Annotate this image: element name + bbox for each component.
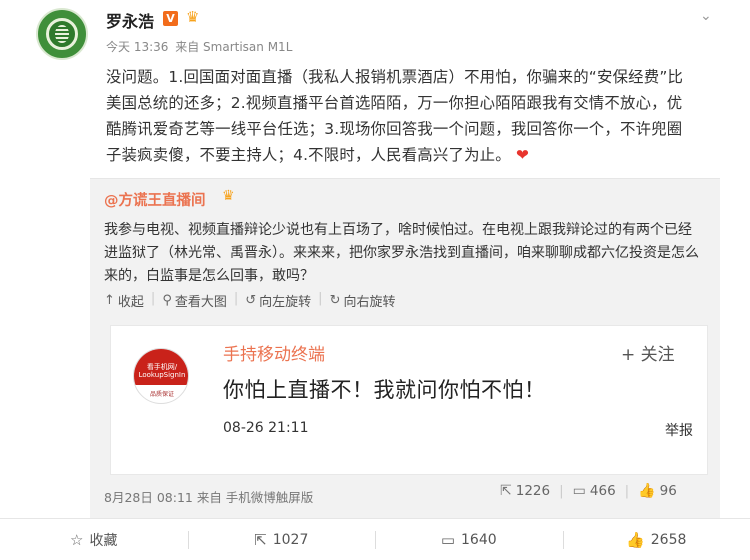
comment-icon: ▭ [440, 530, 456, 549]
thumbs-up-icon: 👍 [626, 530, 645, 549]
share-icon: ⇱ [500, 483, 512, 499]
view-large-label: 查看大图 [174, 295, 227, 310]
repost-stats: ⇱ 1226 | ▭ 466 | 👍 96 [500, 483, 677, 499]
repost-text: 我参与电视、视频直播辩论少说也有上百场了，啥时候怕过。在电视上跟我辩论过的有两个… [104, 222, 699, 284]
comment-count-button[interactable]: ▭ 466 [573, 483, 616, 499]
favorite-label: 收藏 [89, 532, 118, 549]
post-time[interactable]: 今天 13:36 [106, 40, 168, 54]
collapse-icon: ↑ [104, 293, 115, 308]
rotate-left-label: 向左旋转 [259, 295, 312, 310]
image-toolbar: ↑ 收起 | ⚲ 查看大图 | ↺ 向左旋转 | ↻ 向右旋转 [104, 291, 396, 310]
repost-total: 1027 [272, 531, 309, 548]
collapse-button[interactable]: ↑ 收起 [104, 291, 144, 310]
like-button[interactable]: 👍 2658 [562, 519, 750, 560]
post-text: 没问题。1.回国面对面直播（我私人报销机票酒店）不用怕，你骗来的“安保经费”比美… [106, 64, 690, 168]
rotate-right-label: 向右旋转 [343, 295, 396, 310]
comment-button[interactable]: ▭ 1640 [375, 519, 563, 560]
rotate-left-button[interactable]: ↺ 向左旋转 [245, 291, 311, 310]
user-avatar[interactable] [36, 8, 88, 60]
report-button[interactable]: 举报 [665, 420, 693, 440]
repost-author[interactable]: @方谎王直播间 [104, 189, 206, 210]
comment-icon: ▭ [572, 483, 586, 499]
magnifier-icon: ⚲ [162, 293, 172, 308]
thumbs-up-icon: 👍 [638, 483, 656, 499]
weibo-post: 罗永浩 V ♛ ⌄ 今天 13:36 来自 Smartisan M1L 没问题。… [0, 0, 750, 560]
post-meta: 今天 13:36 来自 Smartisan M1L [106, 38, 295, 55]
verified-badge: V [163, 11, 178, 26]
repost-meta: 8月28日 08:11 来自 手机微博触屏版 [104, 490, 314, 505]
crown-icon: ♛ [186, 8, 200, 26]
like-total: 2658 [650, 531, 687, 548]
chevron-down-icon[interactable]: ⌄ [700, 8, 712, 24]
collapse-label: 收起 [117, 295, 144, 310]
user-name[interactable]: 罗永浩 [106, 8, 154, 32]
star-icon: ☆ [70, 530, 84, 549]
card-title[interactable]: 手持移动终端 [223, 340, 325, 365]
repost-box: @方谎王直播间 ♛ 我参与电视、视频直播辩论少说也有上百场了，啥时候怕过。在电视… [90, 178, 720, 518]
repost-count: 1226 [515, 483, 551, 499]
repost-button[interactable]: ⇱ 1027 [187, 519, 376, 560]
card-avatar-sub: 品质保证 [149, 391, 174, 398]
post-source: 来自 Smartisan M1L [175, 40, 293, 54]
comment-count: 466 [589, 483, 616, 499]
post-body: 没问题。1.回国面对面直播（我私人报销机票酒店）不用怕，你骗来的“安保经费”比美… [106, 68, 684, 164]
rotate-right-icon: ↻ [329, 293, 341, 308]
comment-total: 1640 [461, 531, 497, 548]
heart-icon: ❤ [515, 146, 530, 164]
like-count-button[interactable]: 👍 96 [638, 483, 677, 499]
image-card[interactable]: 看手机网/ LookupSignIn 品质保证 手持移动终端 + 关注 你怕上直… [110, 325, 708, 475]
card-message: 你怕上直播不！我就问你怕不怕！ [223, 378, 546, 402]
rotate-right-button[interactable]: ↻ 向右旋转 [330, 291, 396, 310]
view-large-button[interactable]: ⚲ 查看大图 [162, 291, 227, 310]
follow-button[interactable]: + 关注 [621, 340, 675, 365]
like-count: 96 [659, 483, 677, 499]
action-bar: ☆ 收藏 ⇱ 1027 ▭ 1640 👍 2658 [0, 518, 750, 560]
card-avatar[interactable]: 看手机网/ LookupSignIn 品质保证 [133, 348, 189, 404]
repost-count-button[interactable]: ⇱ 1226 [500, 483, 550, 499]
rotate-left-icon: ↺ [245, 293, 257, 308]
share-icon: ⇱ [254, 530, 267, 549]
crown-icon: ♛ [222, 188, 235, 204]
favorite-button[interactable]: ☆ 收藏 [0, 519, 188, 560]
card-time: 08-26 21:11 [223, 420, 309, 436]
card-avatar-logo: 看手机网/ LookupSignIn [138, 363, 186, 379]
